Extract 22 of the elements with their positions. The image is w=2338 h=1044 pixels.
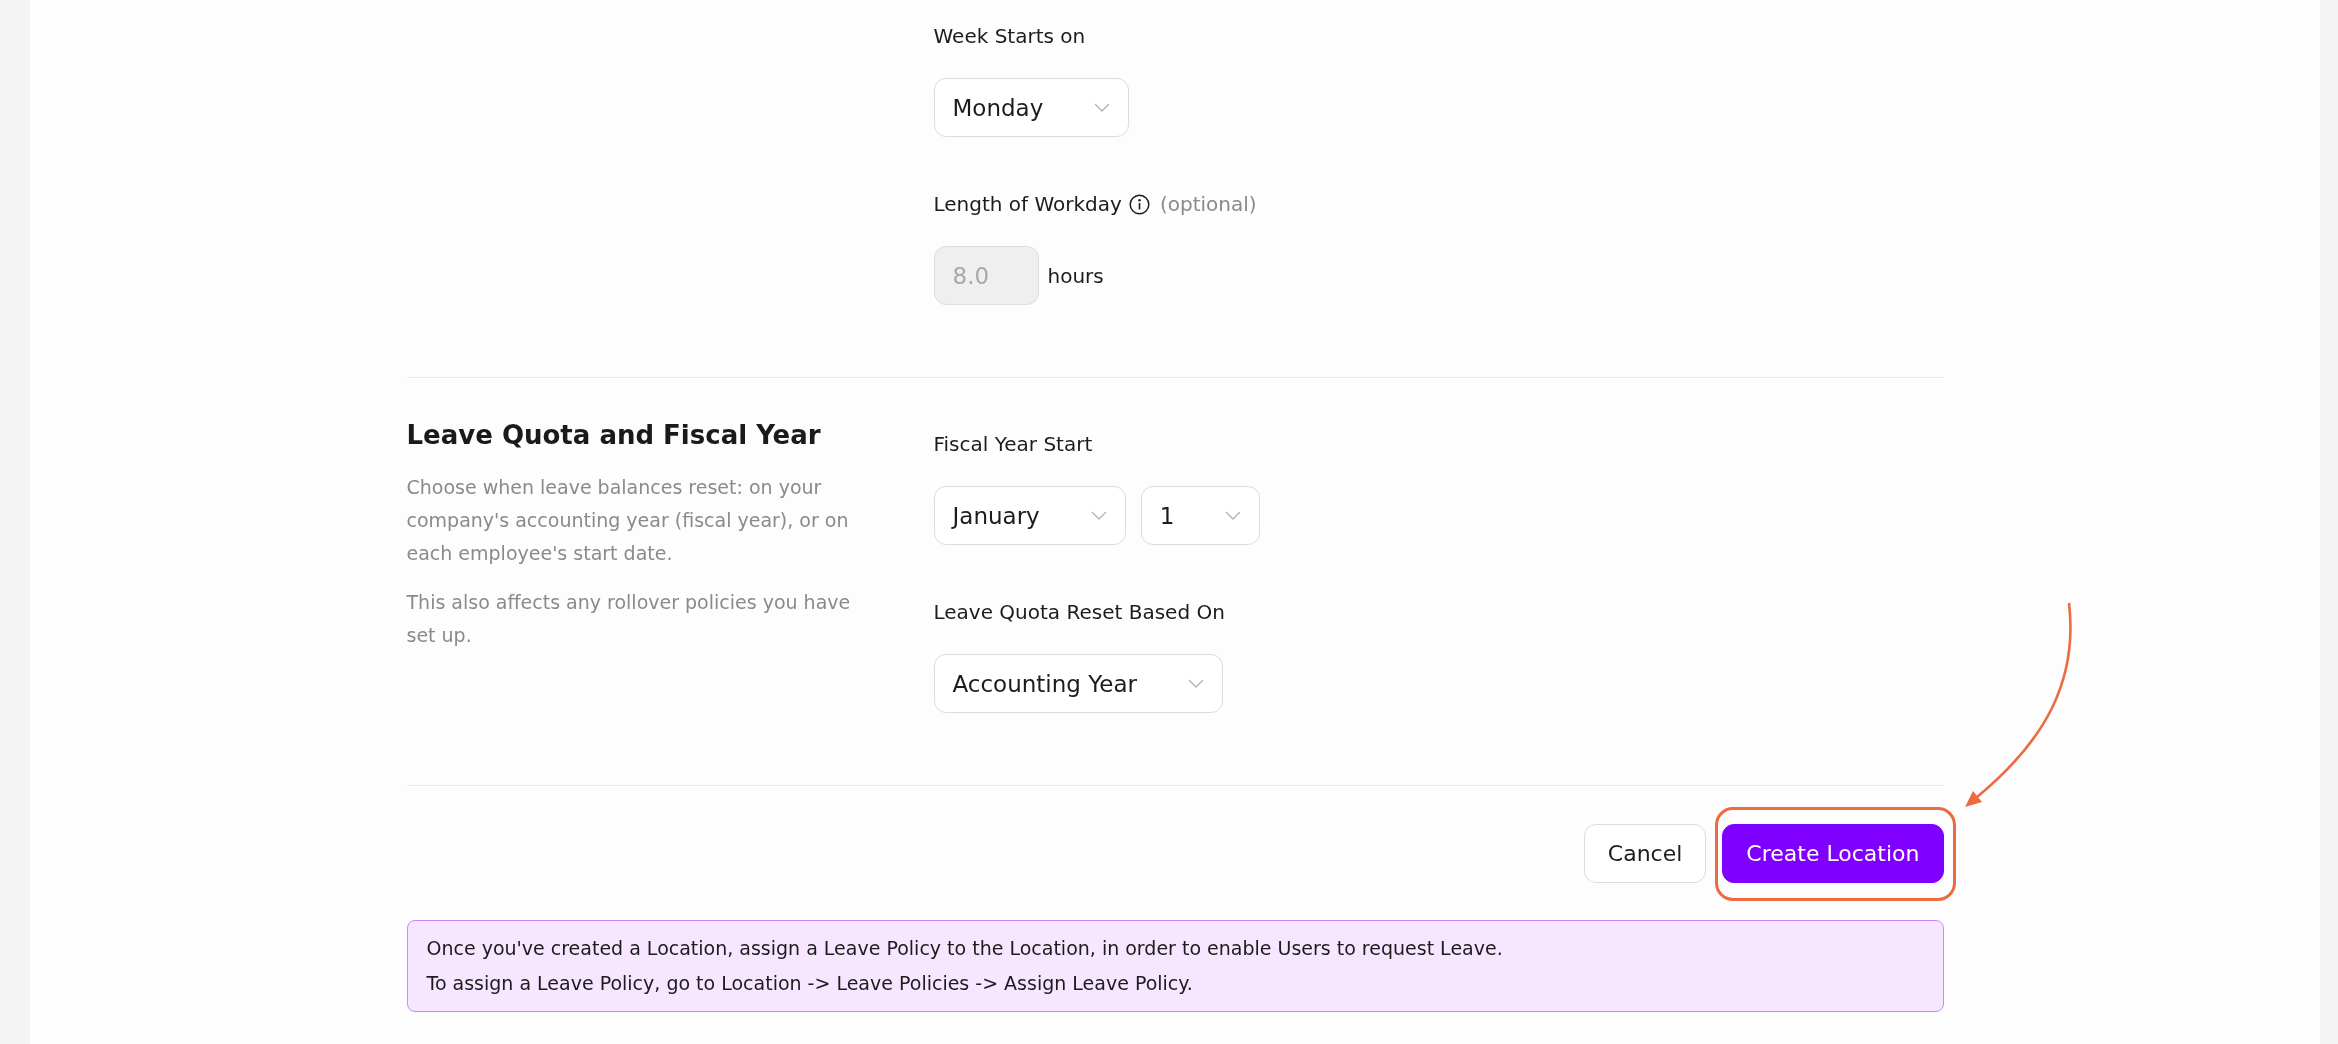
chevron-down-icon	[1225, 511, 1242, 520]
section-title: Leave Quota and Fiscal Year	[406, 419, 822, 452]
chevron-down-icon	[1094, 103, 1111, 112]
section-description: Choose when leave balances reset: on your company's accounting year (fiscal year), or on each employee's start date.	[406, 475, 850, 566]
create-button[interactable]: Create Location	[1722, 824, 1944, 883]
section-description: This also affects any rollover policies you have set up.	[406, 590, 852, 648]
optional-hint: (optional)	[1159, 191, 1257, 218]
field-label: Week Starts on	[933, 23, 1086, 50]
select-dropdown[interactable]: 1	[1140, 486, 1261, 545]
chevron-down-icon	[1187, 679, 1204, 688]
unit-label: hours	[1047, 263, 1104, 288]
field-label: Fiscal Year Start	[933, 431, 1093, 458]
select-dropdown[interactable]: Monday	[933, 78, 1130, 137]
info-icon[interactable]	[1128, 193, 1150, 215]
chevron-down-icon	[1090, 511, 1107, 520]
notice-text: To assign a Leave Policy, go to Location -> Leave Policies -> Assign Leave Policy.	[426, 971, 1194, 996]
select-dropdown[interactable]: Accounting Year	[933, 654, 1223, 713]
cancel-button[interactable]: Cancel	[1583, 824, 1707, 883]
field-label: Leave Quota Reset Based On	[933, 599, 1225, 626]
select-dropdown[interactable]: January	[933, 486, 1126, 545]
notice-text: Once you've created a Location, assign a Leave Policy to the Location, in order to enable Users to request Leave.	[426, 936, 1504, 961]
field-label: Length of Workday	[933, 191, 1122, 218]
